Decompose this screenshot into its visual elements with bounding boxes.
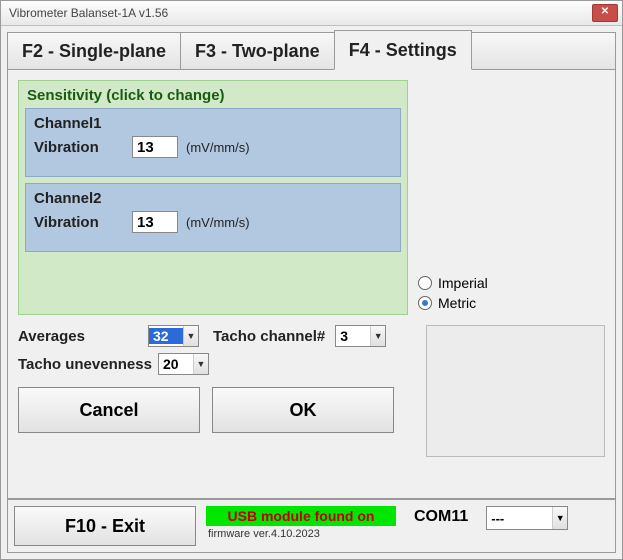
tacho-channel-combo[interactable]: 3 ▼ — [335, 325, 386, 347]
sensitivity-group[interactable]: Sensitivity (click to change) Channel1 V… — [18, 80, 408, 315]
right-panel — [426, 325, 605, 457]
averages-value: 32 — [149, 328, 183, 344]
channel1-title: Channel1 — [34, 115, 392, 132]
channel1-value-input[interactable] — [132, 136, 178, 158]
com-port-combo[interactable]: --- ▼ — [486, 506, 568, 530]
ok-button[interactable]: OK — [212, 387, 394, 433]
units-radio-group: Imperial Metric — [418, 80, 598, 315]
channel2-label: Vibration — [34, 214, 124, 231]
titlebar: Vibrometer Balanset-1A v1.56 ✕ — [1, 1, 622, 26]
chevron-down-icon: ▼ — [193, 354, 208, 374]
app-window: Vibrometer Balanset-1A v1.56 ✕ F2 - Sing… — [0, 0, 623, 560]
tab-single-plane[interactable]: F2 - Single-plane — [7, 32, 181, 70]
com-port-value: --- — [487, 511, 552, 526]
channel2-unit: (mV/mm/s) — [186, 215, 250, 230]
tab-page-settings: Sensitivity (click to change) Channel1 V… — [7, 70, 616, 499]
radio-dot-icon — [418, 276, 432, 290]
chevron-down-icon: ▼ — [370, 326, 385, 346]
cancel-button[interactable]: Cancel — [18, 387, 200, 433]
radio-metric[interactable]: Metric — [418, 295, 598, 311]
content-area: F2 - Single-plane F3 - Two-plane F4 - Se… — [1, 26, 622, 559]
tab-two-plane[interactable]: F3 - Two-plane — [180, 32, 335, 70]
channel2-box: Channel2 Vibration (mV/mm/s) — [25, 183, 401, 252]
channel1-box: Channel1 Vibration (mV/mm/s) — [25, 108, 401, 177]
exit-button[interactable]: F10 - Exit — [14, 506, 196, 546]
footer: F10 - Exit USB module found on firmware … — [7, 499, 616, 553]
usb-status: USB module found on — [206, 506, 396, 526]
radio-metric-label: Metric — [438, 295, 476, 311]
channel1-unit: (mV/mm/s) — [186, 140, 250, 155]
tab-filler — [471, 32, 616, 70]
tab-strip: F2 - Single-plane F3 - Two-plane F4 - Se… — [7, 32, 616, 70]
averages-combo[interactable]: 32 ▼ — [148, 325, 199, 347]
firmware-version: firmware ver.4.10.2023 — [206, 528, 396, 540]
com-port-label: COM11 — [406, 506, 476, 526]
averages-label: Averages — [18, 328, 148, 345]
tacho-unevenness-combo[interactable]: 20 ▼ — [158, 353, 209, 375]
radio-dot-icon — [418, 296, 432, 310]
tacho-channel-label: Tacho channel# — [213, 328, 325, 345]
window-title: Vibrometer Balanset-1A v1.56 — [9, 6, 592, 20]
tacho-unevenness-label: Tacho unevenness — [18, 356, 152, 373]
chevron-down-icon: ▼ — [552, 507, 567, 529]
sensitivity-title: Sensitivity (click to change) — [25, 85, 401, 108]
channel1-label: Vibration — [34, 139, 124, 156]
chevron-down-icon: ▼ — [183, 326, 198, 346]
radio-imperial-label: Imperial — [438, 275, 488, 291]
close-icon[interactable]: ✕ — [592, 4, 618, 22]
radio-imperial[interactable]: Imperial — [418, 275, 598, 291]
tacho-channel-value: 3 — [336, 328, 370, 344]
tacho-unevenness-value: 20 — [159, 356, 193, 372]
tab-settings[interactable]: F4 - Settings — [334, 30, 472, 70]
channel2-title: Channel2 — [34, 190, 392, 207]
channel2-value-input[interactable] — [132, 211, 178, 233]
